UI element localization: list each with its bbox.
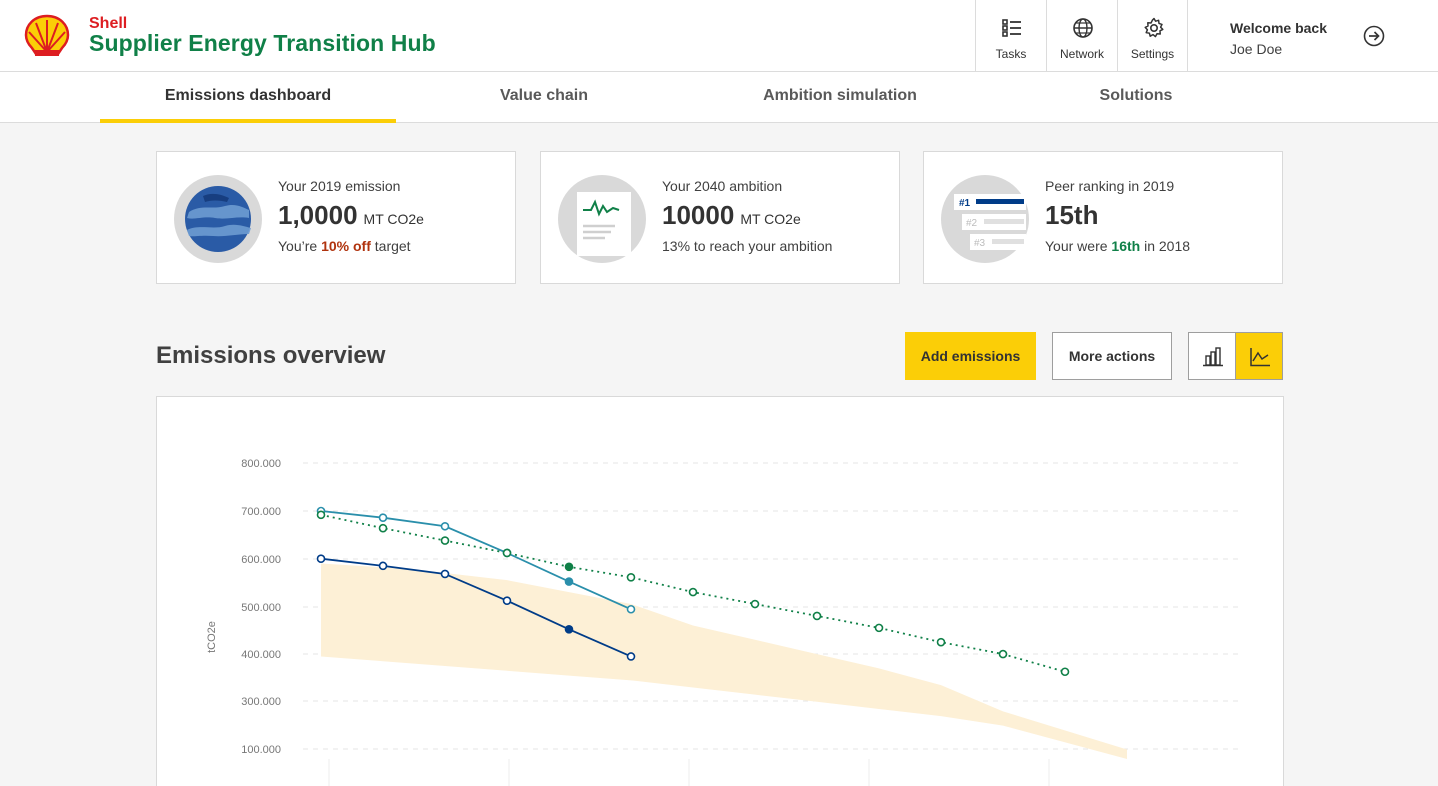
data-point xyxy=(812,611,822,621)
ranking-note-prefix: Your were xyxy=(1045,238,1112,254)
target-band-area xyxy=(321,563,1127,760)
rank-1-label: #1 xyxy=(959,198,971,209)
data-point xyxy=(502,596,512,605)
data-point xyxy=(1060,667,1070,677)
ranking-card: #1 #2 #3 Peer ranking in 2019 15th Your … xyxy=(923,151,1283,284)
data-point xyxy=(502,548,512,558)
emission-value: 1,0000 xyxy=(278,200,358,230)
data-point xyxy=(564,562,574,572)
y-tick-label: 400.000 xyxy=(241,649,281,661)
ranking-note-suffix: in 2018 xyxy=(1140,238,1191,254)
data-point xyxy=(936,637,946,647)
data-point xyxy=(378,561,388,571)
data-point xyxy=(378,513,388,522)
target-note-suffix: target xyxy=(370,238,411,254)
emission-value-row: 1,0000 MT CO2e xyxy=(278,200,424,231)
data-point xyxy=(688,587,698,597)
bar-chart-icon xyxy=(1203,347,1223,367)
settings-label: Settings xyxy=(1130,47,1175,61)
y-tick-label: 700.000 xyxy=(241,506,281,518)
main-tabs: Emissions dashboard Value chain Ambition… xyxy=(0,72,1438,123)
app-title: Supplier Energy Transition Hub xyxy=(89,30,436,56)
emission-card: Your 2019 emission 1,0000 MT CO2e You’re … xyxy=(156,151,516,284)
target-range-band xyxy=(321,563,1127,760)
ranking-label: Peer ranking in 2019 xyxy=(1045,178,1175,194)
data-point xyxy=(750,599,760,609)
ambition-card: Your 2040 ambition 10000 MT CO2e 13% to r… xyxy=(540,151,900,284)
tasks-button[interactable]: Tasks xyxy=(975,0,1046,72)
tab-value-chain[interactable]: Value chain xyxy=(396,72,692,123)
ambition-unit: MT CO2e xyxy=(740,211,801,227)
data-point xyxy=(874,623,884,633)
settings-button[interactable]: Settings xyxy=(1117,0,1188,72)
data-point xyxy=(998,649,1008,659)
data-point xyxy=(440,521,450,531)
y-axis-title: tCO2e xyxy=(206,621,218,653)
more-actions-button[interactable]: More actions xyxy=(1052,332,1172,380)
user-name: Joe Doe xyxy=(1230,41,1283,57)
y-tick-label: 500.000 xyxy=(241,602,281,614)
ranking-value: 15th xyxy=(1045,200,1099,230)
data-point xyxy=(626,652,636,661)
overview-title: Emissions overview xyxy=(156,342,386,369)
app-header: Shell Supplier Energy Transition Hub Tas… xyxy=(0,0,1438,72)
data-point xyxy=(316,510,326,520)
emission-unit: MT CO2e xyxy=(363,211,424,227)
line-view-toggle[interactable] xyxy=(1235,332,1283,380)
emission-label: Your 2019 emission xyxy=(278,178,401,194)
data-point xyxy=(564,577,574,586)
list-icon xyxy=(1002,19,1021,37)
ambition-note: 13% to reach your ambition xyxy=(662,238,833,254)
emissions-chart-card: 800.000 700.000 600.000 500.000 400.000 300.0… xyxy=(156,396,1284,786)
network-button[interactable]: Network xyxy=(1046,0,1117,72)
shell-logo[interactable] xyxy=(24,14,70,58)
ambition-value: 10000 xyxy=(662,200,735,230)
y-tick-label: 600.000 xyxy=(241,554,281,566)
add-emissions-button[interactable]: Add emissions xyxy=(905,332,1036,380)
welcome-text: Welcome back xyxy=(1230,20,1328,36)
logout-arrow-icon[interactable] xyxy=(1362,24,1386,48)
tab-ambition-simulation[interactable]: Ambition simulation xyxy=(692,72,988,123)
report-illustration xyxy=(558,175,646,263)
data-point xyxy=(626,604,636,614)
y-axis-labels: 800.000 700.000 600.000 500.000 400.000 300.0… xyxy=(241,458,281,756)
data-point xyxy=(440,569,450,579)
data-point xyxy=(378,523,388,533)
previous-rank: 16th xyxy=(1111,238,1141,254)
globe-illustration xyxy=(174,175,262,263)
network-label: Network xyxy=(1059,47,1104,61)
gear-icon xyxy=(1144,17,1164,38)
y-tick-label: 800.000 xyxy=(241,458,281,470)
tab-solutions[interactable]: Solutions xyxy=(988,72,1284,123)
tab-emissions-dashboard[interactable]: Emissions dashboard xyxy=(100,72,396,123)
data-point xyxy=(316,554,326,563)
target-note-prefix: You’re xyxy=(278,238,322,254)
ambition-label: Your 2040 ambition xyxy=(662,178,783,194)
data-point xyxy=(564,624,574,634)
y-tick-label: 100.000 xyxy=(241,744,281,756)
globe-icon xyxy=(1073,18,1093,38)
rank-3-label: #3 xyxy=(974,238,986,249)
emission-target-note: You’re 10% off target xyxy=(278,238,411,254)
data-point xyxy=(626,573,636,582)
emissions-line-chart: 800.000 700.000 600.000 500.000 400.000 300.0… xyxy=(206,458,1239,786)
ranking-note: Your were 16th in 2018 xyxy=(1045,238,1190,254)
line-chart-icon xyxy=(1250,348,1270,367)
target-offset: 10% off xyxy=(321,238,371,254)
ranking-illustration: #1 #2 #3 xyxy=(941,175,1029,263)
bar-view-toggle[interactable] xyxy=(1188,332,1236,380)
data-point xyxy=(440,536,450,545)
tasks-label: Tasks xyxy=(995,47,1027,61)
ambition-value-row: 10000 MT CO2e xyxy=(662,200,801,231)
y-tick-label: 300.000 xyxy=(241,696,281,708)
rank-2-label: #2 xyxy=(966,218,978,229)
